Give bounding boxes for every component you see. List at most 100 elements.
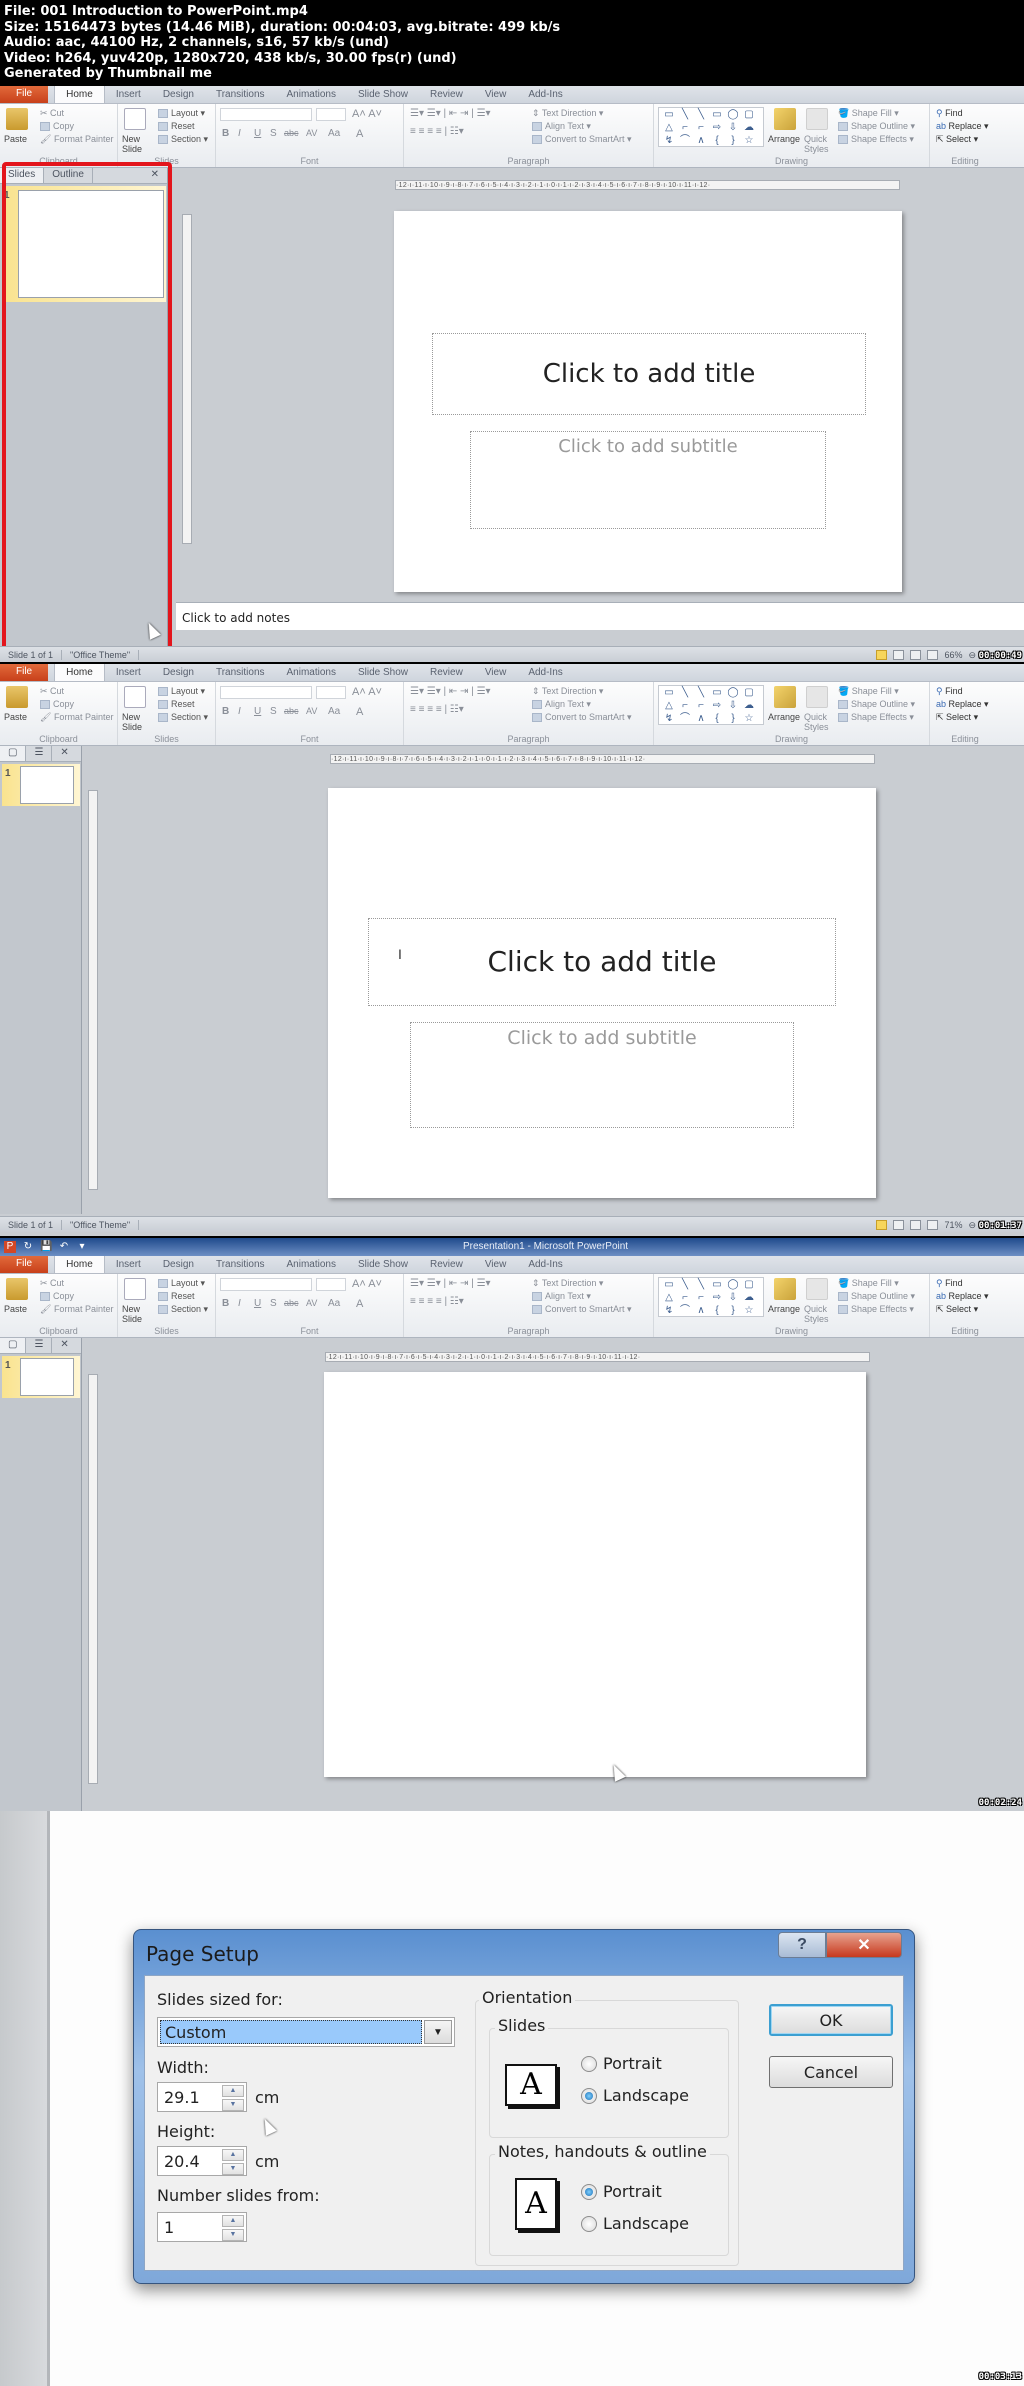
- shape-icon[interactable]: ╲: [693, 1278, 709, 1291]
- refresh-icon[interactable]: ↻: [22, 1241, 34, 1253]
- shape-icon[interactable]: ⌒: [677, 1304, 693, 1317]
- height-spinner[interactable]: 20.4 ▲ ▼: [157, 2146, 247, 2176]
- spin-down-icon[interactable]: ▼: [222, 2099, 244, 2111]
- grow-font-button[interactable]: A˄ A˅: [352, 1278, 382, 1290]
- new-slide-icon[interactable]: [124, 108, 146, 130]
- tab-slide-show[interactable]: Slide Show: [347, 1256, 419, 1273]
- shape-fill-button[interactable]: 🪣 Shape Fill ▾: [838, 1278, 899, 1289]
- notes-portrait-radio[interactable]: Portrait: [581, 2182, 662, 2201]
- shape-icon[interactable]: ∧: [693, 1304, 709, 1317]
- shape-icon[interactable]: ☆: [741, 1304, 757, 1317]
- text-direction-button[interactable]: ⇕ Text Direction ▾: [532, 108, 603, 119]
- paste-button[interactable]: Paste: [4, 712, 27, 722]
- italic-button[interactable]: I: [238, 706, 241, 717]
- tab-slide-show[interactable]: Slide Show: [347, 86, 419, 103]
- strikethrough-button[interactable]: abc: [284, 1298, 299, 1308]
- shape-icon[interactable]: ▭: [709, 686, 725, 699]
- outline-tab-icon[interactable]: ☰: [26, 746, 53, 761]
- shape-icon[interactable]: ⌐: [677, 121, 693, 134]
- select-button[interactable]: ⇱ Select ▾: [936, 1304, 978, 1315]
- cut-button[interactable]: ✂ Cut: [40, 108, 64, 119]
- zoom-out-icon[interactable]: ⊖: [968, 1220, 976, 1231]
- shape-icon[interactable]: ⌐: [693, 1291, 709, 1304]
- shape-outline-button[interactable]: Shape Outline ▾: [838, 121, 915, 132]
- italic-button[interactable]: I: [238, 1298, 241, 1309]
- tab-slide-show[interactable]: Slide Show: [347, 664, 419, 681]
- find-button[interactable]: ⚲ Find: [936, 1278, 963, 1289]
- cut-button[interactable]: ✂ Cut: [40, 686, 64, 697]
- shape-icon[interactable]: ⇨: [709, 699, 725, 712]
- slides-portrait-radio[interactable]: Portrait: [581, 2054, 662, 2073]
- shape-icon[interactable]: ↯: [661, 134, 677, 147]
- subtitle-placeholder[interactable]: Click to add subtitle: [470, 431, 826, 529]
- shapes-gallery[interactable]: ▭ ╲ ╲ ▭ ◯ ▢ △ ⌐ ⌐ ⇨ ⇩ ☁ ↯ ⌒ ∧{} ☆: [658, 107, 764, 147]
- underline-button[interactable]: U: [254, 1298, 261, 1309]
- notes-landscape-radio[interactable]: Landscape: [581, 2214, 689, 2233]
- tab-transitions[interactable]: Transitions: [205, 664, 276, 681]
- font-name-combo[interactable]: [220, 686, 312, 699]
- save-icon[interactable]: 💾: [40, 1241, 52, 1253]
- shapes-gallery[interactable]: ▭ ╲ ╲ ▭ ◯ ▢ △ ⌐ ⌐ ⇨ ⇩ ☁ ↯ ⌒ ∧{} ☆: [658, 1277, 764, 1317]
- char-spacing-button[interactable]: AV: [306, 128, 317, 138]
- help-button[interactable]: ?: [778, 1932, 826, 1958]
- shape-icon[interactable]: {: [709, 712, 725, 725]
- shape-icon[interactable]: ⌒: [677, 134, 693, 147]
- tab-home[interactable]: Home: [54, 1255, 105, 1273]
- tab-insert[interactable]: Insert: [105, 86, 152, 103]
- shape-icon[interactable]: ⌐: [693, 699, 709, 712]
- close-pane-icon[interactable]: ✕: [52, 1338, 76, 1353]
- shape-effects-button[interactable]: Shape Effects ▾: [838, 1304, 914, 1315]
- font-size-combo[interactable]: [316, 686, 346, 699]
- shape-icon[interactable]: ☆: [741, 712, 757, 725]
- shape-fill-button[interactable]: 🪣 Shape Fill ▾: [838, 686, 899, 697]
- tab-review[interactable]: Review: [419, 664, 474, 681]
- shape-icon[interactable]: △: [661, 699, 677, 712]
- slide-thumbnail-selected[interactable]: 1: [2, 764, 80, 806]
- tab-transitions[interactable]: Transitions: [205, 86, 276, 103]
- format-painter-button[interactable]: 🖌 Format Painter: [40, 712, 113, 723]
- shape-icon[interactable]: ⌐: [693, 121, 709, 134]
- italic-button[interactable]: I: [238, 128, 241, 139]
- tab-file[interactable]: File: [0, 86, 49, 103]
- paste-icon[interactable]: [6, 108, 28, 130]
- shapes-gallery[interactable]: ▭ ╲ ╲ ▭ ◯ ▢ △ ⌐ ⌐ ⇨ ⇩ ☁ ↯ ⌒ ∧{} ☆: [658, 685, 764, 725]
- shadow-button[interactable]: S: [270, 1298, 277, 1309]
- grow-font-button[interactable]: A˄ A˅: [352, 686, 382, 698]
- shape-icon[interactable]: ▭: [661, 1278, 677, 1291]
- shape-icon[interactable]: ▢: [741, 108, 757, 121]
- tab-add-ins[interactable]: Add-Ins: [517, 664, 573, 681]
- shape-icon[interactable]: ∧: [693, 712, 709, 725]
- select-button[interactable]: ⇱ Select ▾: [936, 134, 978, 145]
- arrange-button[interactable]: Arrange: [768, 1304, 800, 1314]
- format-painter-button[interactable]: 🖌 Format Painter: [40, 1304, 113, 1315]
- change-case-button[interactable]: Aa: [328, 706, 340, 717]
- bold-button[interactable]: B: [222, 706, 229, 717]
- convert-smartart-button[interactable]: Convert to SmartArt ▾: [532, 1304, 632, 1315]
- slide-sorter-icon[interactable]: [893, 650, 905, 660]
- tab-review[interactable]: Review: [419, 86, 474, 103]
- bullets-button[interactable]: ☰▾ ☰▾ | ⇤ ⇥ | ☰▾: [410, 1278, 491, 1289]
- new-slide-button[interactable]: New Slide: [122, 134, 152, 154]
- quick-styles-icon[interactable]: [806, 686, 828, 708]
- slides-tab-icon[interactable]: ▢: [0, 746, 27, 761]
- underline-button[interactable]: U: [254, 706, 261, 717]
- shape-icon[interactable]: }: [725, 712, 741, 725]
- width-spinner[interactable]: 29.1 ▲ ▼: [157, 2082, 247, 2112]
- align-text-button[interactable]: Align Text ▾: [532, 1291, 591, 1302]
- slides-landscape-radio[interactable]: Landscape: [581, 2086, 689, 2105]
- underline-button[interactable]: U: [254, 128, 261, 139]
- tab-view[interactable]: View: [474, 86, 518, 103]
- subtitle-placeholder[interactable]: Click to add subtitle: [410, 1022, 794, 1128]
- shadow-button[interactable]: S: [270, 128, 277, 139]
- title-placeholder[interactable]: Click to add title: [368, 918, 836, 1006]
- shape-icon[interactable]: ⌒: [677, 712, 693, 725]
- slide-canvas[interactable]: Click to add title Click to add subtitle…: [328, 788, 876, 1198]
- shape-icon[interactable]: △: [661, 121, 677, 134]
- close-pane-icon[interactable]: ✕: [52, 746, 76, 761]
- shape-icon[interactable]: ╲: [677, 108, 693, 121]
- tab-home[interactable]: Home: [54, 86, 105, 103]
- reset-button[interactable]: Reset: [158, 699, 195, 710]
- shape-icon[interactable]: ⌐: [677, 1291, 693, 1304]
- paste-button[interactable]: Paste: [4, 1304, 27, 1314]
- font-color-button[interactable]: A: [356, 1298, 363, 1310]
